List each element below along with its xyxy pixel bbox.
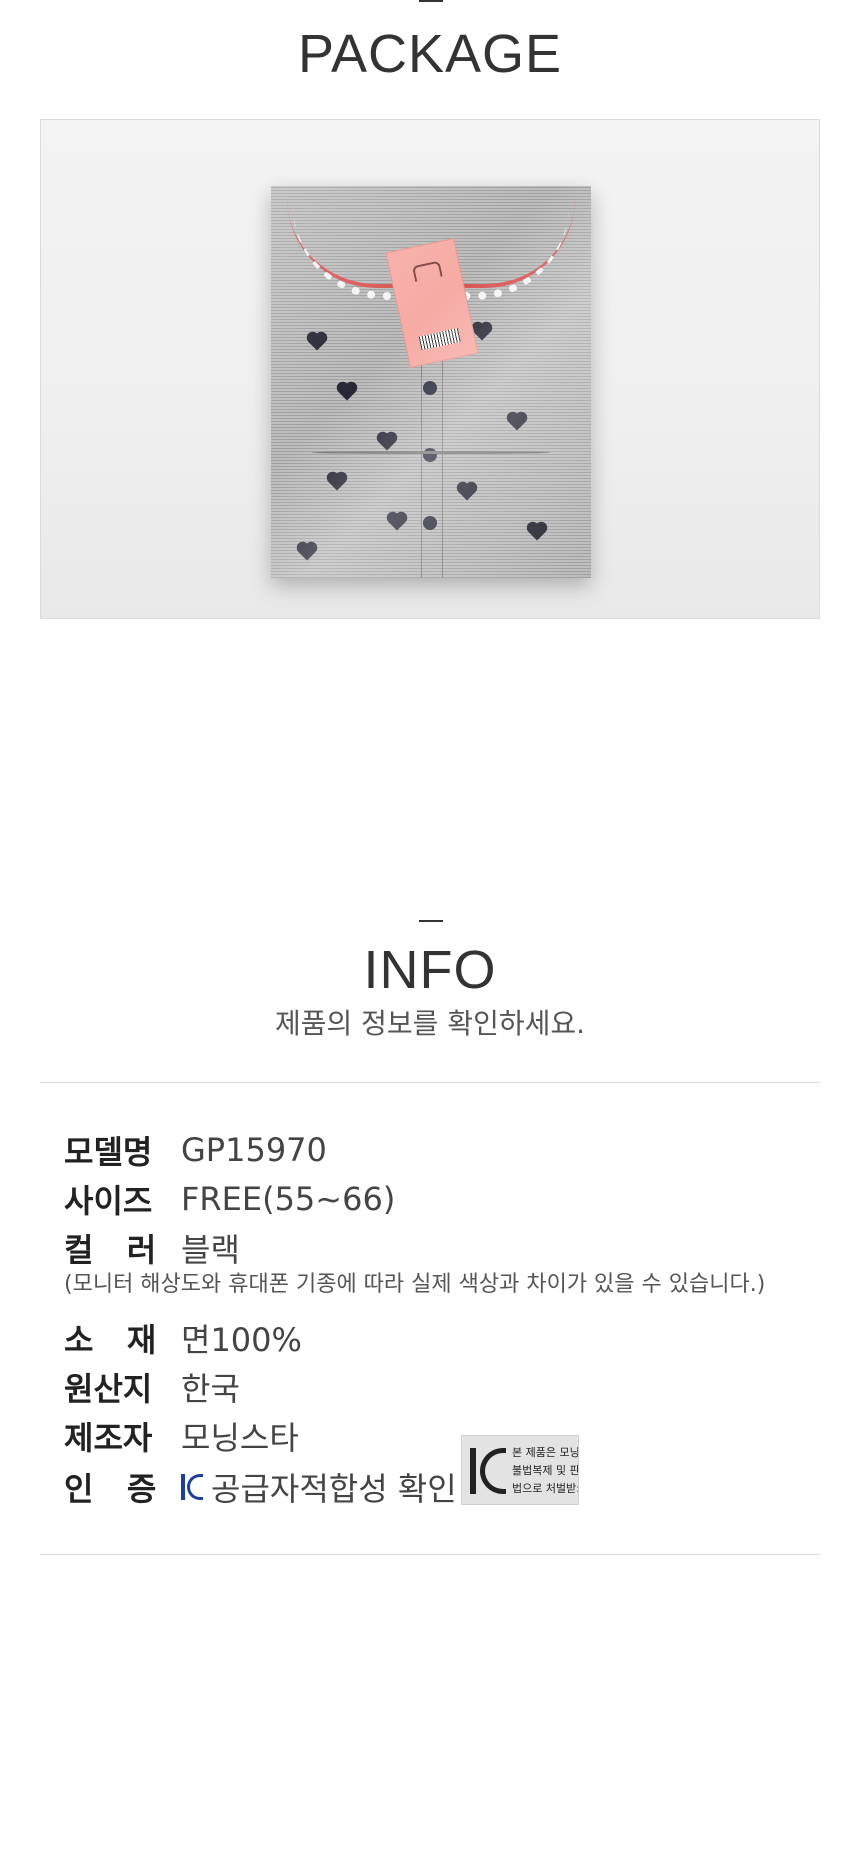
info-title: INFO bbox=[363, 940, 497, 1000]
info-row-certification: 인 증 공급자적합성 확인 bbox=[64, 1465, 457, 1509]
info-value: 블랙 bbox=[181, 1231, 240, 1269]
package-photo bbox=[40, 119, 820, 619]
kc-line: 본 제품은 모닝 bbox=[512, 1446, 579, 1459]
package-title: PACKAGE bbox=[297, 24, 563, 84]
kc-certification-label: 본 제품은 모닝 불법복제 및 판 법으로 처벌받: bbox=[461, 1435, 579, 1505]
info-row-material: 소 재 면100% bbox=[64, 1316, 302, 1360]
info-row-size: 사이즈 FREE(55~66) bbox=[64, 1177, 395, 1221]
packaged-garment-image bbox=[271, 186, 591, 578]
info-label: 원산지 bbox=[64, 1370, 153, 1408]
info-value: 면100% bbox=[181, 1321, 302, 1359]
package-title-dash bbox=[419, 0, 443, 2]
info-row-model: 모델명 GP15970 bbox=[64, 1128, 327, 1172]
info-value: 한국 bbox=[181, 1370, 240, 1408]
info-subtitle: 제품의 정보를 확인하세요. bbox=[274, 1007, 586, 1040]
info-row-color: 컬 러 블랙 bbox=[64, 1226, 240, 1270]
info-label: 제조자 bbox=[64, 1419, 153, 1457]
info-value: GP15970 bbox=[181, 1131, 327, 1169]
info-title-dash bbox=[419, 920, 443, 922]
kc-line: 불법복제 및 판 bbox=[512, 1464, 579, 1477]
info-value: 모닝스타 bbox=[181, 1419, 299, 1457]
color-disclaimer: (모니터 해상도와 휴대폰 기종에 따라 실제 색상과 차이가 있을 수 있습니… bbox=[64, 1272, 766, 1297]
info-row-manufacturer: 제조자 모닝스타 bbox=[64, 1414, 299, 1458]
info-row-origin: 원산지 한국 bbox=[64, 1365, 240, 1409]
info-label: 컬 러 bbox=[64, 1231, 157, 1269]
info-label: 모델명 bbox=[64, 1133, 153, 1171]
kc-certification-icon bbox=[181, 1472, 203, 1502]
info-label: 인 증 bbox=[64, 1470, 157, 1508]
divider-top bbox=[40, 1082, 820, 1083]
info-value: 공급자적합성 확인 bbox=[211, 1470, 457, 1508]
divider-bottom bbox=[40, 1554, 820, 1555]
kc-line: 법으로 처벌받: bbox=[512, 1482, 579, 1495]
plastic-bag-sheen bbox=[271, 186, 591, 578]
info-label: 소 재 bbox=[64, 1321, 157, 1359]
info-label: 사이즈 bbox=[64, 1182, 153, 1220]
kc-logo-icon bbox=[470, 1448, 506, 1494]
info-value: FREE(55~66) bbox=[181, 1180, 396, 1218]
